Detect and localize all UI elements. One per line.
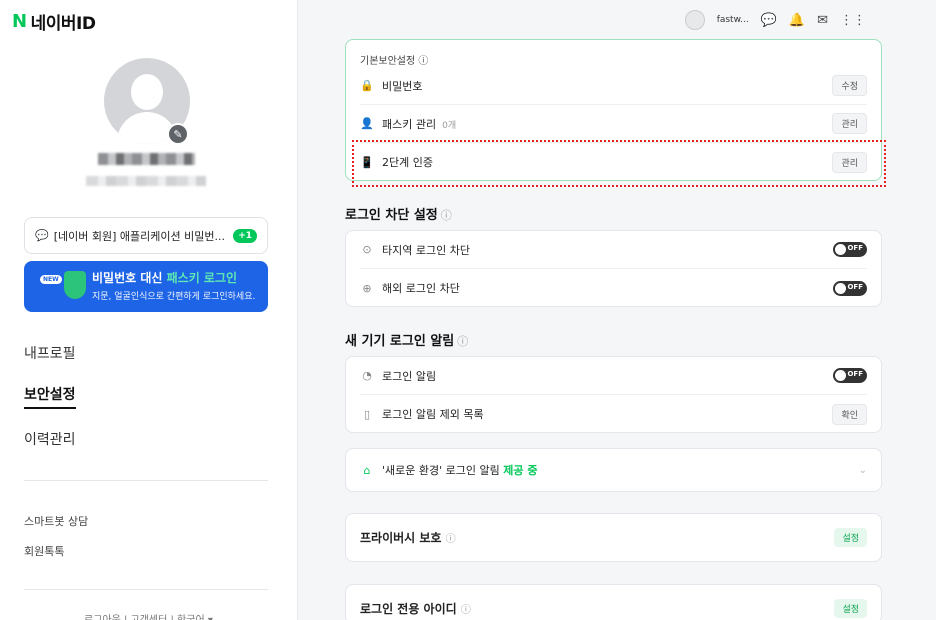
basic-security-caption: 기본보안설정 ⓘ bbox=[360, 56, 429, 67]
login-alert-row: ◔ 로그인 알림 OFF bbox=[360, 357, 867, 395]
passkey-row: 👤 패스키 관리 0개 관리 bbox=[360, 105, 867, 143]
talktalk-link[interactable]: 회원톡톡 bbox=[24, 543, 64, 559]
passkey-manage-button[interactable]: 관리 bbox=[832, 113, 867, 134]
divider bbox=[24, 480, 268, 481]
region-block-toggle[interactable]: OFF bbox=[833, 242, 867, 257]
username-menu[interactable]: fastw... bbox=[717, 15, 749, 25]
shield-icon bbox=[64, 271, 86, 299]
password-row: 🔒 비밀번호 수정 bbox=[360, 67, 867, 105]
edit-profile-pencil-icon[interactable]: ✎ bbox=[167, 123, 189, 145]
privacy-card: 프라이버시 보호 ⓘ 설정 bbox=[345, 513, 882, 562]
home-alert-icon: ⌂ bbox=[363, 463, 371, 477]
alert-icon: ◔ bbox=[362, 369, 372, 382]
banner-subtitle: 지문, 얼굴인식으로 간편하게 로그인하세요. bbox=[92, 292, 256, 302]
chat-bubble-icon: 💬 bbox=[35, 229, 49, 242]
login-block-title: 로그인 차단 설정 ⓘ bbox=[345, 208, 452, 223]
alert-exclude-row: ▯ 로그인 알림 제외 목록 확인 bbox=[360, 395, 867, 433]
notice-count-badge: +1 bbox=[233, 228, 257, 243]
login-alert-toggle[interactable]: OFF bbox=[833, 368, 867, 383]
naver-id-logo[interactable]: N 네이버ID bbox=[12, 9, 96, 34]
nav-history[interactable]: 이력관리 bbox=[24, 429, 76, 449]
globe-icon: ⊕ bbox=[362, 281, 372, 295]
login-only-id-setting-button[interactable]: 설정 bbox=[834, 598, 867, 618]
passkey-banner[interactable]: NEW 비밀번호 대신 패스키 로그인 지문, 얼굴인식으로 간편하게 로그인하… bbox=[24, 261, 268, 312]
info-icon[interactable]: ⓘ bbox=[418, 56, 428, 67]
lock-icon: 🔒 bbox=[360, 79, 374, 92]
smartbot-link[interactable]: 스마트봇 상담 bbox=[24, 513, 88, 529]
notification-bar[interactable]: 💬 [네이버 회원] 애플리케이션 비밀번... +1 bbox=[24, 217, 268, 254]
nav-security-settings[interactable]: 보안설정 bbox=[24, 384, 76, 409]
new-badge: NEW bbox=[40, 275, 62, 284]
banner-title: 비밀번호 대신 패스키 로그인 bbox=[92, 271, 238, 285]
new-device-card: ◔ 로그인 알림 OFF ▯ 로그인 알림 제외 목록 확인 bbox=[345, 356, 882, 433]
logo-text: 네이버ID bbox=[30, 14, 96, 34]
passkey-icon: 👤 bbox=[360, 117, 374, 130]
highlight-box bbox=[352, 140, 886, 187]
region-block-row: ⊙ 타지역 로그인 차단 OFF bbox=[360, 231, 867, 269]
privacy-setting-button[interactable]: 설정 bbox=[834, 528, 867, 547]
info-icon: ⓘ bbox=[457, 335, 469, 348]
new-device-title: 새 기기 로그인 알림 ⓘ bbox=[345, 334, 469, 349]
chevron-down-icon[interactable]: ⌄ bbox=[859, 465, 867, 476]
blurred-username bbox=[98, 153, 195, 165]
blurred-email bbox=[86, 176, 206, 186]
grid-menu-icon[interactable]: ⋮⋮ bbox=[840, 13, 866, 28]
talk-icon[interactable]: 💬 bbox=[761, 13, 777, 28]
account-avatar[interactable] bbox=[684, 10, 705, 30]
login-only-id-card: 로그인 전용 아이디 ⓘ 설정 bbox=[345, 584, 882, 620]
mail-icon[interactable]: ✉ bbox=[817, 13, 828, 28]
info-icon: ⓘ bbox=[440, 209, 452, 222]
notice-text: [네이버 회원] 애플리케이션 비밀번... bbox=[53, 229, 225, 243]
phone-icon: ▯ bbox=[363, 407, 371, 421]
new-env-card[interactable]: ⌂ '새로운 환경' 로그인 알림 제공 중 ⌄ bbox=[345, 448, 882, 492]
sidebar: N 네이버ID ✎ 💬 [네이버 회원] 애플리케이션 비밀번... +1 NE… bbox=[0, 0, 298, 620]
location-pin-icon: ⊙ bbox=[362, 243, 372, 256]
footer-links[interactable]: 로그아웃 | 고객센터 | 한국어 ▾ bbox=[84, 611, 213, 620]
nav-my-profile[interactable]: 내프로필 bbox=[24, 343, 76, 363]
top-bar: fastw... 💬 🔔 ✉ ⋮⋮ bbox=[684, 10, 866, 30]
password-edit-button[interactable]: 수정 bbox=[832, 75, 867, 96]
divider bbox=[24, 589, 268, 590]
overseas-block-toggle[interactable]: OFF bbox=[833, 280, 867, 296]
exclude-check-button[interactable]: 확인 bbox=[832, 403, 867, 425]
login-block-card: ⊙ 타지역 로그인 차단 OFF ⊕ 해외 로그인 차단 OFF bbox=[345, 230, 882, 307]
naver-n-icon: N bbox=[12, 11, 27, 32]
overseas-block-row: ⊕ 해외 로그인 차단 OFF bbox=[360, 269, 867, 307]
bell-icon[interactable]: 🔔 bbox=[789, 13, 805, 28]
